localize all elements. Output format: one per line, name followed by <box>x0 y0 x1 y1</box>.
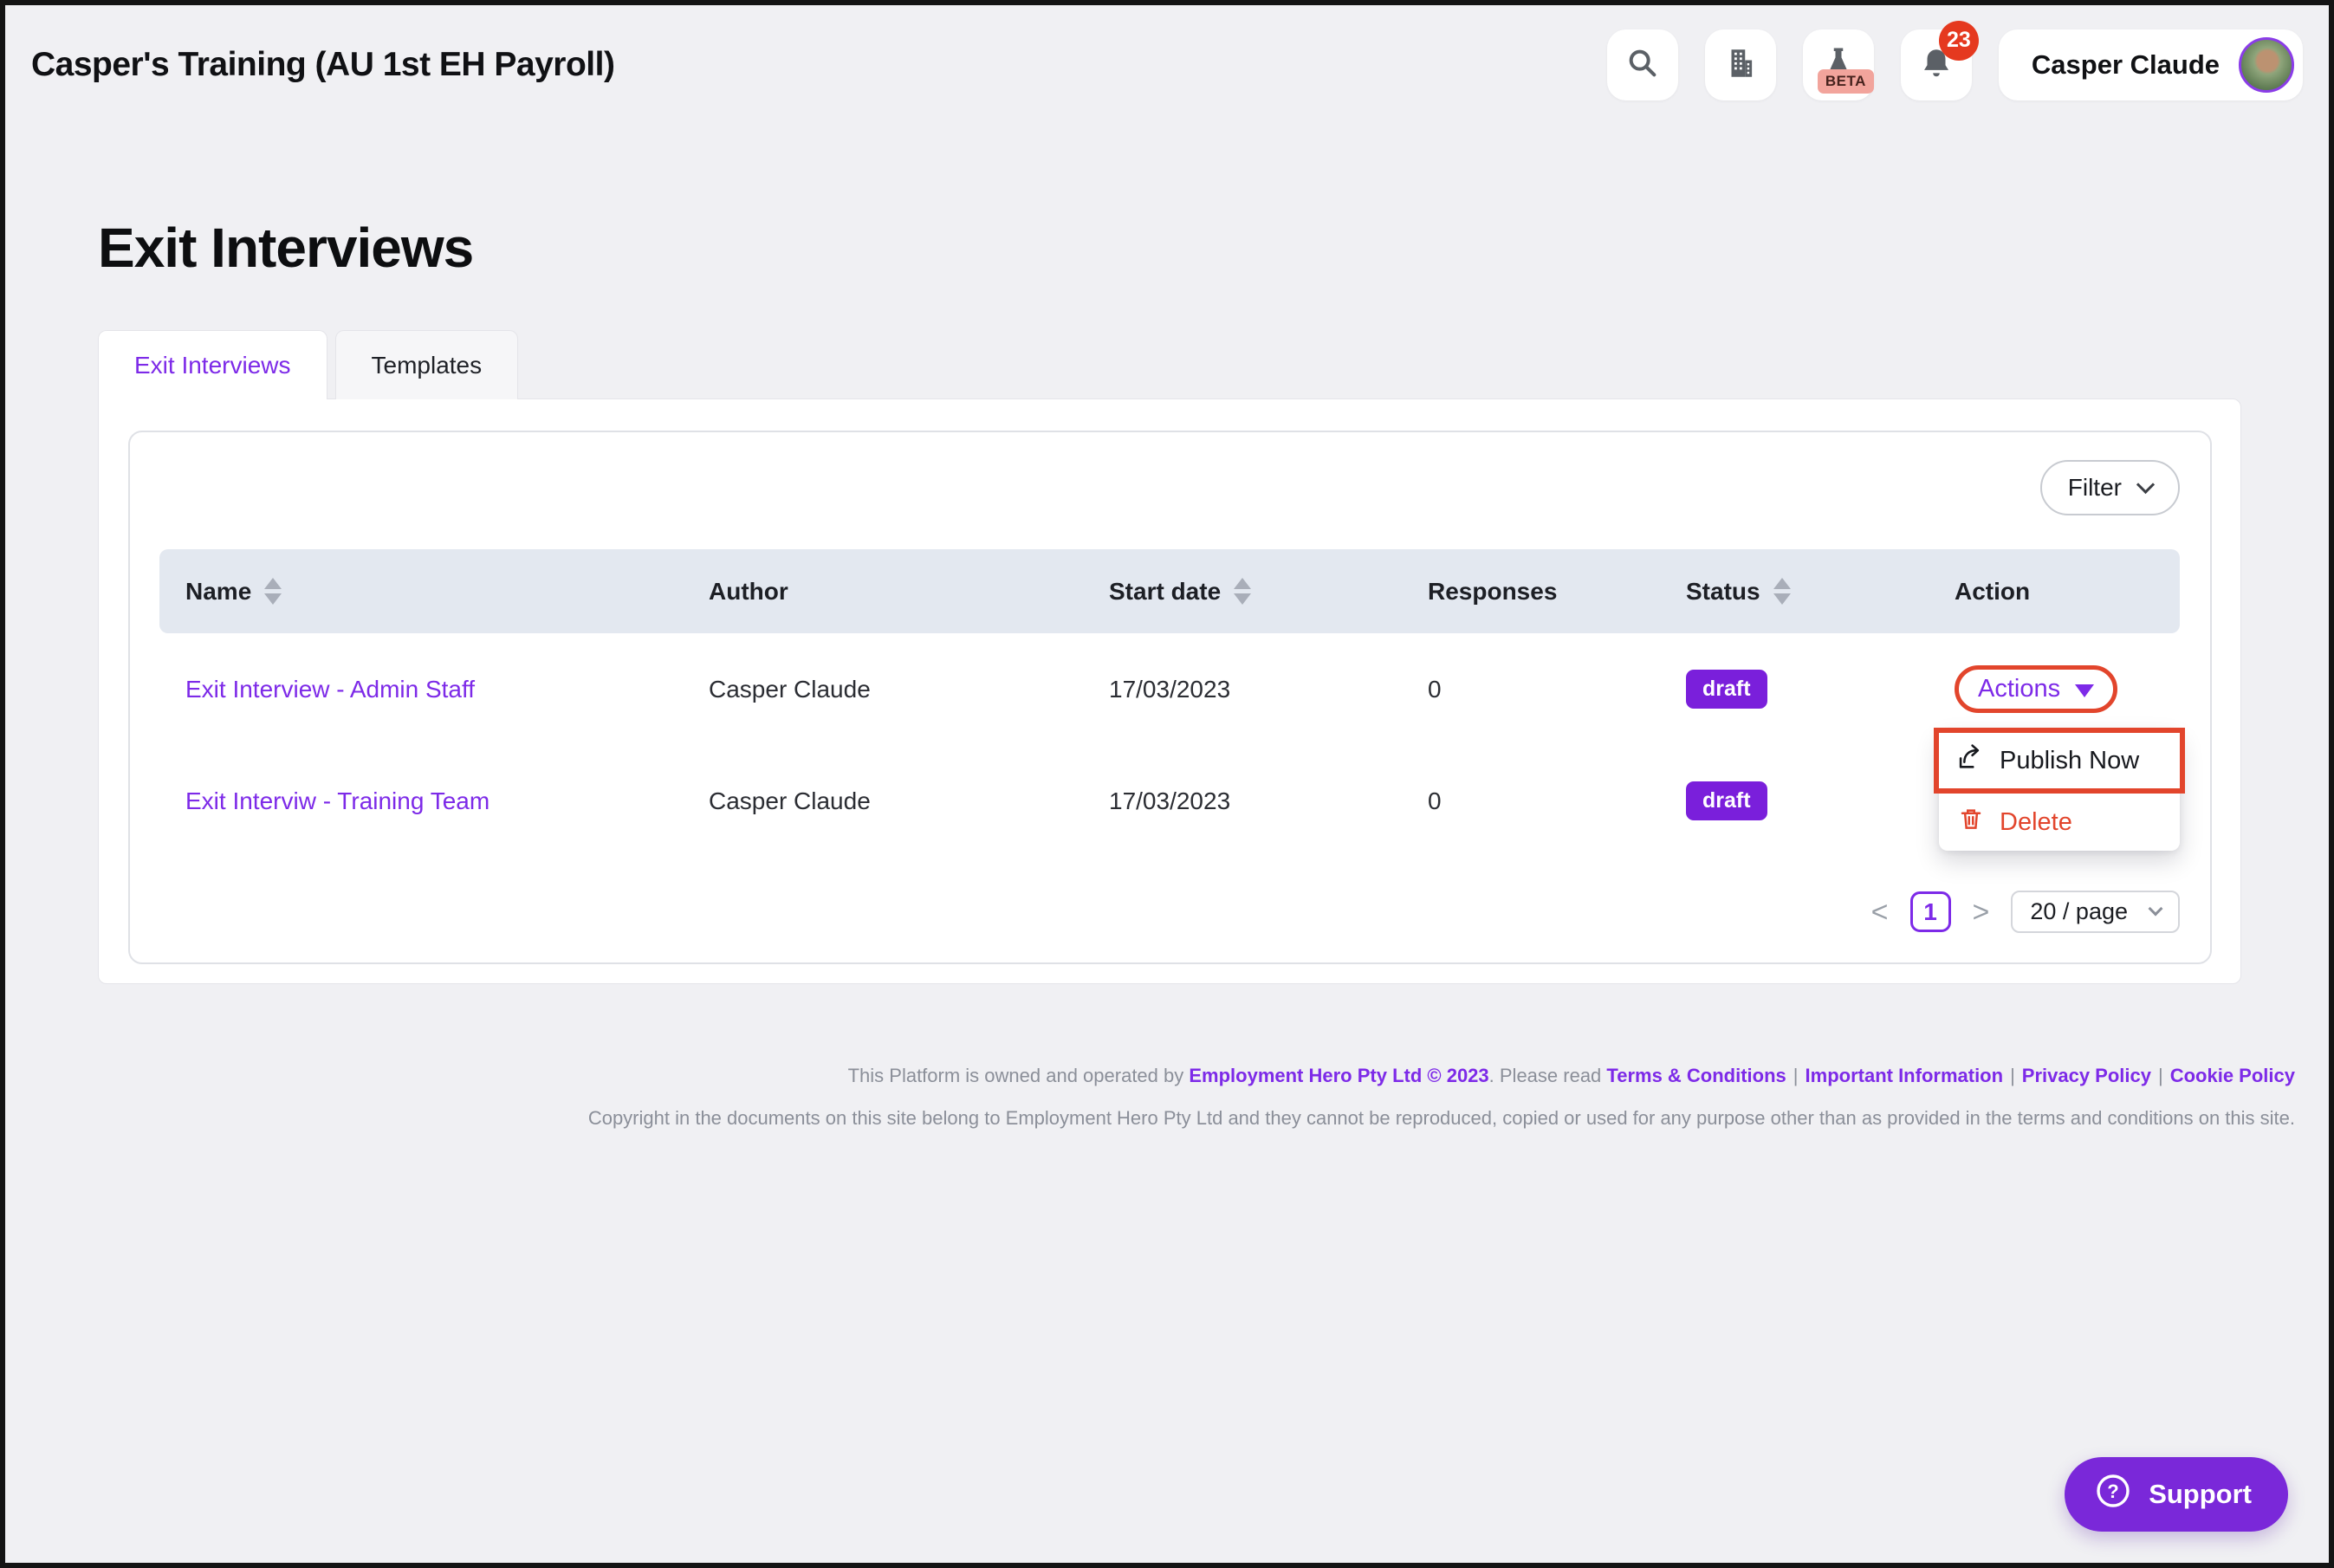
building-icon <box>1722 45 1759 84</box>
app-window: Casper's Training (AU 1st EH Payroll) <box>0 0 2334 1568</box>
chevron-down-icon <box>2136 475 2155 493</box>
menu-item-publish-now[interactable]: Publish Now <box>1939 733 2180 788</box>
tab-bar: Exit Interviews Templates <box>98 330 2329 399</box>
sort-icon[interactable] <box>1234 578 1251 605</box>
responses-cell: 0 <box>1428 676 1686 703</box>
svg-text:?: ? <box>2107 1481 2118 1502</box>
next-page-button[interactable]: > <box>1973 897 1990 927</box>
filter-button[interactable]: Filter <box>2040 460 2180 515</box>
tab-exit-interviews[interactable]: Exit Interviews <box>98 330 327 399</box>
page-title: Exit Interviews <box>98 216 2329 280</box>
table-row: Exit Interview - Admin Staff Casper Clau… <box>159 633 2180 745</box>
actions-dropdown-button[interactable]: Actions <box>1978 675 2094 703</box>
tab-panel: Filter Name Author Start date <box>98 398 2241 984</box>
column-header-author: Author <box>709 578 1109 606</box>
sort-icon[interactable] <box>1773 578 1791 605</box>
caret-down-icon <box>2075 684 2094 697</box>
search-button[interactable] <box>1607 29 1678 100</box>
company-link[interactable]: Employment Hero Pty Ltd © 2023 <box>1189 1065 1488 1086</box>
top-bar: Casper's Training (AU 1st EH Payroll) <box>5 5 2329 124</box>
support-button[interactable]: ? Support <box>2065 1457 2288 1532</box>
beta-badge: BETA <box>1818 69 1874 94</box>
column-header-start-date[interactable]: Start date <box>1109 578 1428 606</box>
organisation-button[interactable] <box>1705 29 1776 100</box>
main-content: Exit Interviews Exit Interviews Template… <box>5 216 2329 1130</box>
actions-annotation-circle: Actions <box>1955 665 2117 713</box>
tab-templates[interactable]: Templates <box>335 330 519 399</box>
user-name: Casper Claude <box>2032 49 2220 81</box>
share-icon <box>1955 742 1984 779</box>
footer-copyright-line: Copyright in the documents on this site … <box>98 1107 2295 1130</box>
notification-count-badge: 23 <box>1939 21 1979 61</box>
table-header: Name Author Start date Responses Statu <box>159 549 2180 633</box>
org-title: Casper's Training (AU 1st EH Payroll) <box>31 46 614 84</box>
previous-page-button[interactable]: < <box>1871 897 1889 927</box>
top-bar-actions: BETA 23 Casper Claude <box>1607 29 2303 100</box>
menu-item-delete[interactable]: Delete <box>1939 794 2180 851</box>
exit-interview-link[interactable]: Exit Interview - Admin Staff <box>185 676 709 703</box>
notifications-button[interactable]: 23 <box>1901 29 1972 100</box>
sort-icon[interactable] <box>264 578 282 605</box>
footer: This Platform is owned and operated by E… <box>98 1065 2329 1130</box>
responses-cell: 0 <box>1428 787 1686 815</box>
page-number-button[interactable]: 1 <box>1910 891 1951 932</box>
footer-legal-line: This Platform is owned and operated by E… <box>98 1065 2295 1087</box>
chevron-down-icon <box>2149 901 2163 916</box>
column-header-action: Action <box>1955 578 2180 606</box>
important-information-link[interactable]: Important Information <box>1806 1065 2004 1086</box>
pagination: < 1 > 20 / page <box>159 891 2180 933</box>
exit-interview-link[interactable]: Exit Interviw - Training Team <box>185 787 709 815</box>
column-header-responses: Responses <box>1428 578 1686 606</box>
column-header-name[interactable]: Name <box>185 578 709 606</box>
cookie-policy-link[interactable]: Cookie Policy <box>2170 1065 2295 1086</box>
publish-annotation-box: Publish Now <box>1934 728 2185 794</box>
search-icon <box>1625 46 1660 83</box>
status-badge: draft <box>1686 781 1767 820</box>
terms-link[interactable]: Terms & Conditions <box>1606 1065 1786 1086</box>
table-card: Filter Name Author Start date <box>128 431 2212 964</box>
start-date-cell: 17/03/2023 <box>1109 787 1428 815</box>
author-cell: Casper Claude <box>709 676 1109 703</box>
table-row: Exit Interviw - Training Team Casper Cla… <box>159 745 2180 857</box>
trash-icon <box>1958 806 1984 839</box>
avatar <box>2239 37 2294 93</box>
start-date-cell: 17/03/2023 <box>1109 676 1428 703</box>
author-cell: Casper Claude <box>709 787 1109 815</box>
actions-menu: Publish Now Delete <box>1939 729 2180 851</box>
question-circle-icon: ? <box>2094 1472 2132 1517</box>
card-toolbar: Filter <box>159 432 2180 515</box>
privacy-policy-link[interactable]: Privacy Policy <box>2022 1065 2151 1086</box>
beta-features-button[interactable]: BETA <box>1803 29 1874 100</box>
status-badge: draft <box>1686 670 1767 709</box>
column-header-status[interactable]: Status <box>1686 578 1955 606</box>
filter-label: Filter <box>2068 474 2122 502</box>
page-size-select[interactable]: 20 / page <box>2011 891 2180 933</box>
user-menu[interactable]: Casper Claude <box>1999 29 2303 100</box>
